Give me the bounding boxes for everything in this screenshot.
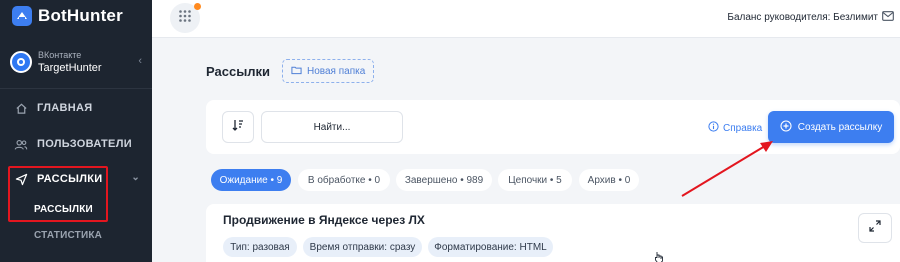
mailing-tag-send-time: Время отправки: сразу [303, 237, 422, 257]
page-title: Рассылки [206, 64, 271, 79]
expand-icon [869, 219, 881, 237]
sidebar-subitem-label: РАССЫЛКИ [34, 203, 93, 215]
account-switcher[interactable]: ВКонтакте TargetHunter ‹ [0, 42, 152, 82]
help-link[interactable]: Справка [708, 121, 762, 135]
mail-icon[interactable] [882, 11, 894, 24]
expand-button[interactable] [858, 213, 892, 243]
sidebar-item-users[interactable]: ПОЛЬЗОВАТЕЛИ [0, 132, 152, 156]
mailing-tag-type: Тип: разовая [223, 237, 297, 257]
sidebar-subitem-mailings[interactable]: РАССЫЛКИ [0, 199, 152, 219]
sidebar-item-label: ГЛАВНАЯ [37, 102, 93, 114]
balance-info[interactable]: Баланс руководителя: Безлимит [727, 11, 894, 24]
notification-dot [194, 3, 201, 10]
send-icon [14, 172, 28, 186]
mailing-tag-formatting: Форматирование: HTML [428, 237, 553, 257]
new-folder-button[interactable]: Новая папка [282, 59, 374, 83]
sidebar-subitem-label: СТАТИСТИКА [34, 229, 103, 241]
filter-label: Цепочки • 5 [508, 174, 562, 186]
sidebar-divider [0, 88, 152, 89]
filter-label: Ожидание • 9 [219, 174, 283, 186]
filter-completed[interactable]: Завершено • 989 [396, 169, 492, 191]
filter-label: Завершено • 989 [404, 174, 484, 186]
grid-icon [178, 9, 192, 28]
balance-text: Баланс руководителя: Безлимит [727, 12, 878, 23]
filter-label: Архив • 0 [587, 174, 631, 186]
tag-label: Время отправки: сразу [309, 241, 416, 253]
account-name: TargetHunter [38, 62, 102, 74]
plus-circle-icon [780, 119, 792, 135]
search-input[interactable] [261, 111, 403, 143]
brand[interactable]: BotHunter [0, 0, 152, 32]
chevron-down-icon[interactable]: ⌄ [131, 172, 140, 183]
sort-icon [232, 118, 244, 136]
account-network: ВКонтакте [38, 50, 82, 60]
tag-label: Форматирование: HTML [434, 241, 547, 253]
new-folder-label: Новая папка [307, 65, 366, 77]
filter-label: В обработке • 0 [307, 174, 381, 186]
filter-archive[interactable]: Архив • 0 [579, 169, 639, 191]
sidebar: BotHunter ВКонтакте TargetHunter ‹ ГЛАВН… [0, 0, 152, 262]
home-icon [14, 101, 28, 115]
filter-waiting[interactable]: Ожидание • 9 [211, 169, 291, 191]
account-avatar [10, 51, 32, 73]
tag-label: Тип: разовая [230, 241, 290, 253]
create-mailing-label: Создать рассылку [797, 121, 883, 133]
brand-name: BotHunter [38, 6, 123, 25]
sidebar-item-label: РАССЫЛКИ [37, 173, 103, 185]
bothunter-logo-icon [12, 6, 32, 26]
mouse-cursor-icon [654, 250, 664, 262]
folder-icon [291, 65, 302, 78]
filter-chains[interactable]: Цепочки • 5 [498, 169, 572, 191]
sidebar-item-label: ПОЛЬЗОВАТЕЛИ [37, 138, 132, 150]
help-label: Справка [723, 122, 763, 134]
users-icon [14, 137, 28, 151]
filter-processing[interactable]: В обработке • 0 [298, 169, 390, 191]
chevron-left-icon: ‹ [138, 55, 142, 67]
apps-menu-button[interactable] [170, 3, 201, 33]
sidebar-item-home[interactable]: ГЛАВНАЯ [0, 96, 152, 120]
info-icon [708, 121, 719, 135]
create-mailing-button[interactable]: Создать рассылку [768, 111, 894, 143]
sort-button[interactable] [222, 111, 254, 143]
sidebar-subitem-statistics[interactable]: СТАТИСТИКА [0, 225, 152, 245]
sidebar-item-mailings[interactable]: РАССЫЛКИ ⌄ [0, 167, 152, 191]
topbar: Баланс руководителя: Безлимит [152, 0, 900, 38]
mailing-title[interactable]: Продвижение в Яндексе через ЛХ [223, 213, 425, 227]
